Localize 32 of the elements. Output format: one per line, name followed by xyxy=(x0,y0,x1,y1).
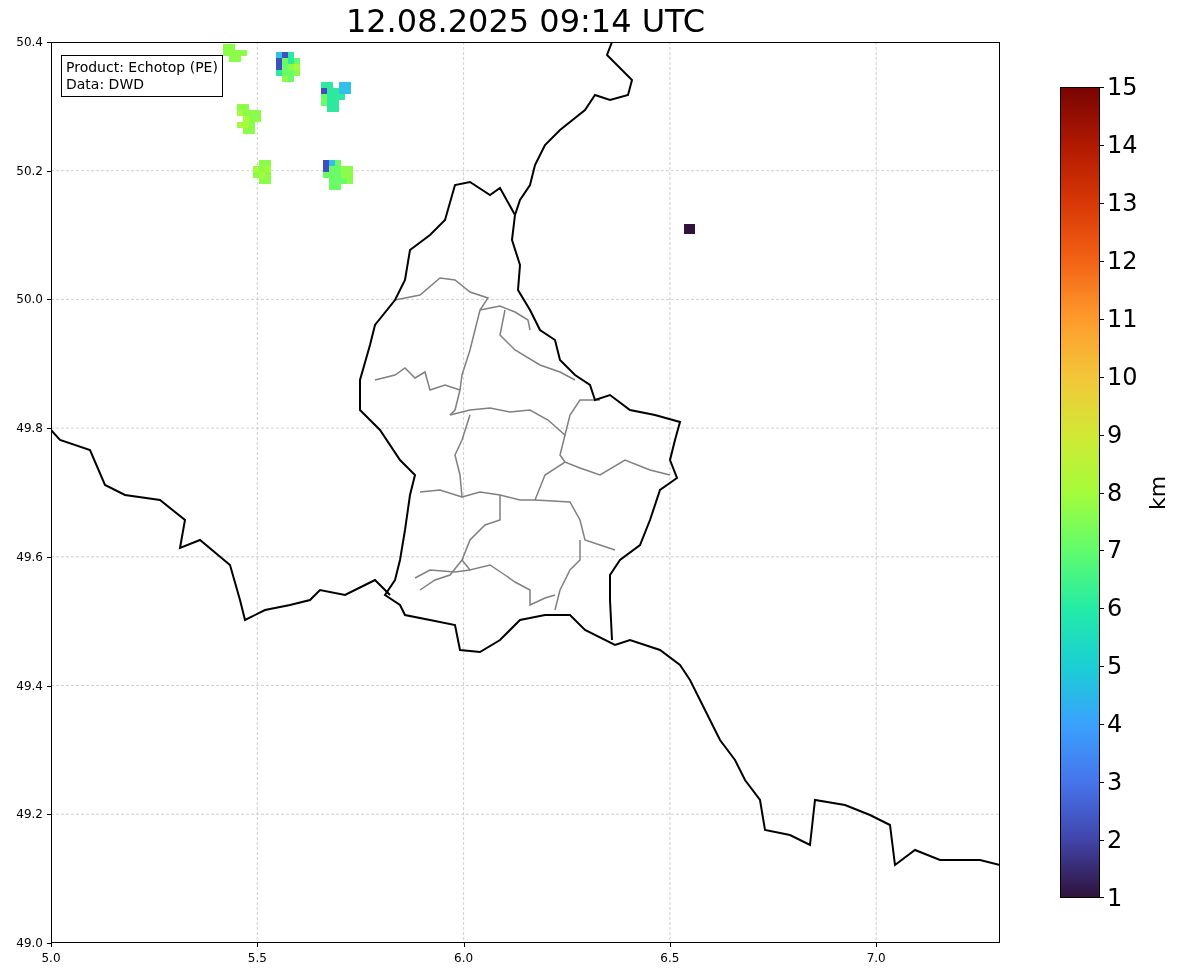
axis-tick-label: 49.2 xyxy=(16,807,43,822)
colorbar-label: km xyxy=(1144,475,1170,510)
colorbar-tick-label: 5 xyxy=(1107,654,1123,679)
axis-tick-label: 49.6 xyxy=(16,549,43,564)
axis-tick-label: 49.8 xyxy=(16,421,43,436)
colorbar-tick-label: 9 xyxy=(1107,422,1123,447)
axis-tick-label: 50.4 xyxy=(16,35,43,49)
axis-tick-label: 5.0 xyxy=(41,951,61,965)
colorbar-tick-label: 8 xyxy=(1107,480,1123,505)
colorbar-tick-label: 4 xyxy=(1107,712,1123,737)
legend-text: Product: Echotop (PE) xyxy=(66,59,218,76)
axis-tick-label: 49.4 xyxy=(16,678,43,693)
axis-tick-label: 50.2 xyxy=(16,163,43,178)
colorbar-tick-label: 2 xyxy=(1107,828,1123,853)
axis-tick-label: 50.0 xyxy=(16,292,43,307)
axis-tick-label: 6.0 xyxy=(454,951,474,965)
colorbar-tick-label: 10 xyxy=(1107,364,1138,389)
colorbar-tick-label: 12 xyxy=(1107,248,1138,273)
colorbar-tick-label: 6 xyxy=(1107,596,1123,621)
axis-tick-label: 49.0 xyxy=(16,935,43,950)
colorbar-tick-label: 14 xyxy=(1107,132,1138,157)
axis-tick-label: 5.5 xyxy=(247,951,267,965)
colorbar-tick-label: 3 xyxy=(1107,770,1123,795)
colorbar-tick-label: 1 xyxy=(1107,886,1123,910)
colorbar-tick-label: 7 xyxy=(1107,538,1123,563)
map-title: 12.08.2025 09:14 UTC xyxy=(345,5,706,37)
axis-tick-label: 6.5 xyxy=(660,951,680,965)
legend-text: Data: DWD xyxy=(66,76,145,93)
colorbar-tick-label: 11 xyxy=(1107,306,1138,331)
colorbar-tick-label: 13 xyxy=(1107,190,1138,215)
colorbar-tick-label: 15 xyxy=(1107,75,1138,99)
axis-tick-label: 7.0 xyxy=(866,951,886,965)
